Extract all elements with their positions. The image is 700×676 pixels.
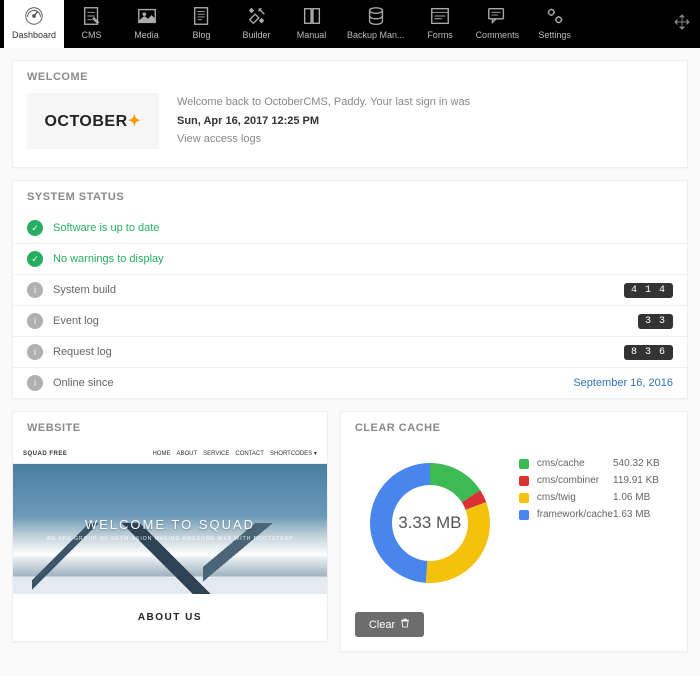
cache-total: 3.33 MB: [355, 448, 505, 598]
welcome-message: Welcome back to OctoberCMS, Paddy. Your …: [177, 93, 470, 149]
check-icon: ✓: [27, 220, 43, 236]
legend-row: cms/twig1.06 MB: [519, 492, 673, 503]
status-badge: 8 3 6: [624, 345, 673, 360]
move-icon[interactable]: [674, 14, 690, 33]
preview-nav-item: CONTACT: [235, 451, 264, 457]
preview-nav-item: SERVICE: [203, 451, 229, 457]
hero-title: WELCOME TO SQUAD: [85, 517, 255, 532]
dashboard-icon: [22, 4, 46, 28]
welcome-heading: WELCOME: [13, 61, 687, 93]
status-label: Online since: [53, 377, 573, 389]
preview-nav-item: SHORTCODES: [270, 451, 312, 457]
cache-donut-chart: 3.33 MB: [355, 448, 505, 598]
nav-cms[interactable]: CMS: [64, 0, 119, 48]
media-icon: [135, 4, 159, 28]
cms-icon: [80, 4, 104, 28]
legend-value: 119.91 KB: [613, 475, 673, 486]
comments-icon: [485, 4, 509, 28]
legend-label: framework/cache: [537, 509, 613, 520]
nav-dashboard[interactable]: Dashboard: [4, 0, 64, 48]
leaf-icon: ✦: [128, 113, 142, 130]
info-icon: i: [27, 375, 43, 391]
legend-swatch: [519, 459, 529, 469]
check-icon: ✓: [27, 251, 43, 267]
trash-icon: [400, 618, 410, 631]
legend-label: cms/cache: [537, 458, 613, 469]
october-logo: OCTOBER✦: [27, 93, 159, 149]
status-badge: 4 1 4: [624, 283, 673, 298]
forms-icon: [428, 4, 452, 28]
clear-cache-button[interactable]: Clear: [355, 612, 424, 637]
status-badge: 3 3: [638, 314, 673, 329]
status-label: Request log: [53, 346, 624, 358]
nav-comments[interactable]: Comments: [468, 0, 528, 48]
info-icon: i: [27, 344, 43, 360]
status-row: ✓ Software is up to date: [13, 213, 687, 243]
status-label: Event log: [53, 315, 638, 327]
nav-blog[interactable]: Blog: [174, 0, 229, 48]
status-label: Software is up to date: [53, 222, 673, 234]
legend-value: 1.06 MB: [613, 492, 673, 503]
nav-manual[interactable]: Manual: [284, 0, 339, 48]
manual-icon: [300, 4, 324, 28]
legend-swatch: [519, 493, 529, 503]
legend-label: cms/twig: [537, 492, 613, 503]
info-icon: i: [27, 313, 43, 329]
legend-label: cms/combiner: [537, 475, 613, 486]
nav-backup-man-[interactable]: Backup Man...: [339, 0, 413, 48]
settings-icon: [543, 4, 567, 28]
legend-row: cms/cache540.32 KB: [519, 458, 673, 469]
status-heading: SYSTEM STATUS: [13, 181, 687, 213]
nav-builder[interactable]: Builder: [229, 0, 284, 48]
legend-swatch: [519, 476, 529, 486]
status-row[interactable]: i System build4 1 4: [13, 274, 687, 305]
info-icon: i: [27, 282, 43, 298]
status-row[interactable]: i Event log3 3: [13, 305, 687, 336]
cache-heading: CLEAR CACHE: [341, 412, 687, 444]
legend-value: 540.32 KB: [613, 458, 673, 469]
status-link[interactable]: September 16, 2016: [573, 377, 673, 389]
hero-subtitle: WE ARE GROUP OF SKYMISSION MAKING AWESOM…: [46, 536, 293, 542]
builder-icon: [245, 4, 269, 28]
status-label: System build: [53, 284, 624, 296]
top-nav: DashboardCMSMediaBlogBuilderManualBackup…: [0, 0, 700, 48]
status-label: No warnings to display: [53, 253, 673, 265]
preview-nav-item: HOME: [152, 451, 170, 457]
about-heading: ABOUT US: [13, 594, 327, 631]
clear-cache-card: CLEAR CACHE 3.33 MB cms/cache540.32 KBcm…: [340, 411, 688, 652]
nav-forms[interactable]: Forms: [413, 0, 468, 48]
status-row[interactable]: i Request log8 3 6: [13, 336, 687, 367]
nav-settings[interactable]: Settings: [527, 0, 582, 48]
nav-media[interactable]: Media: [119, 0, 174, 48]
website-heading: WEBSITE: [13, 412, 327, 444]
status-row: ✓ No warnings to display: [13, 243, 687, 274]
website-preview[interactable]: SQUAD FREE HOME ABOUT SERVICE CONTACT SHORTC…: [13, 444, 327, 641]
preview-brand: SQUAD FREE: [23, 451, 67, 457]
system-status-card: SYSTEM STATUS ✓ Software is up to date ✓ No…: [12, 180, 688, 399]
welcome-card: WELCOME OCTOBER✦ Welcome back to October…: [12, 60, 688, 168]
legend-row: cms/combiner119.91 KB: [519, 475, 673, 486]
preview-nav-item: ABOUT: [176, 451, 197, 457]
view-access-logs-link[interactable]: View access logs: [177, 130, 470, 149]
status-row[interactable]: i Online sinceSeptember 16, 2016: [13, 367, 687, 398]
blog-icon: [190, 4, 214, 28]
legend-swatch: [519, 510, 529, 520]
legend-row: framework/cache1.63 MB: [519, 509, 673, 520]
backup-icon: [364, 4, 388, 28]
website-card: WEBSITE SQUAD FREE HOME ABOUT SERVICE CONTA…: [12, 411, 328, 642]
legend-value: 1.63 MB: [613, 509, 673, 520]
